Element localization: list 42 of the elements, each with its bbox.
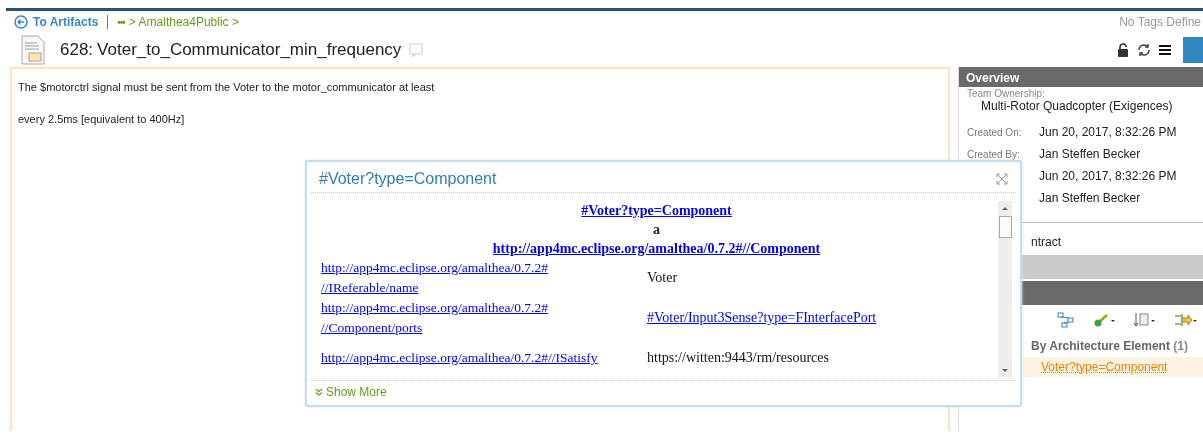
overview-header: Overview xyxy=(959,67,1203,87)
body-text: The $motorctrl signal must be sent from the Voter to the motor_communicator at least xyxy=(18,81,436,93)
value-text: Voter xyxy=(647,270,678,286)
value-text: https://witten:9443/rm/resources xyxy=(647,350,829,366)
hierarchy-icon[interactable] xyxy=(1057,312,1075,328)
lock-icon[interactable] xyxy=(1117,43,1129,57)
back-link[interactable]: To Artifacts xyxy=(14,15,99,29)
field-label: Team Ownership: xyxy=(967,88,1046,99)
close-icon[interactable] xyxy=(996,173,1008,185)
add-link-icon[interactable] xyxy=(1093,312,1115,328)
body-text: every 2.5ms [equivalent to 400Hz] xyxy=(18,113,186,125)
field-value: Jan Steffen Becker xyxy=(1039,147,1141,161)
artifact-title: Voter_to_Communicator_min_frequency xyxy=(97,40,402,60)
field-value: Jan Steffen Becker xyxy=(1039,191,1141,205)
filter-icon[interactable] xyxy=(1173,312,1197,328)
section-title: ntract xyxy=(1030,235,1062,249)
field-value: Jun 20, 2017, 8:32:26 PM xyxy=(1039,125,1177,139)
property-link[interactable]: http://app4mc.eclipse.org/amalthea/0.7.2# //Component/ports xyxy=(321,298,647,338)
field-label: Created By: xyxy=(967,148,1020,160)
breadcrumb-ellipsis[interactable]: ••• xyxy=(117,16,125,28)
artifact-id: 628: xyxy=(60,40,94,60)
type-link[interactable]: http://app4mc.eclipse.org/amalthea/0.7.2#//Component xyxy=(492,241,821,256)
popup-title: #Voter?type=Component xyxy=(319,170,497,188)
sort-icon[interactable] xyxy=(1133,312,1155,328)
document-icon xyxy=(20,35,46,65)
subject-link[interactable]: #Voter?type=Component xyxy=(581,203,732,218)
refresh-icon[interactable] xyxy=(1137,43,1151,57)
breadcrumb-path[interactable]: > Amalthea4Public > xyxy=(128,15,239,29)
show-more-link[interactable]: Show More xyxy=(315,385,387,399)
menu-icon[interactable] xyxy=(1159,44,1171,56)
value-link[interactable]: #Voter/Input3Sense?type=FInterfacePort xyxy=(647,310,877,326)
group-count: (1) xyxy=(1173,339,1188,353)
scrollbar[interactable] xyxy=(998,201,1012,378)
group-heading[interactable]: By Architecture Element xyxy=(1031,339,1170,353)
predicate-text: a xyxy=(653,222,660,237)
chevron-icon xyxy=(315,388,323,396)
field-value: Multi-Rotor Quadcopter (Exigences) xyxy=(981,99,1174,113)
field-label: Created On: xyxy=(967,126,1022,138)
back-arrow-icon xyxy=(14,15,28,29)
property-link[interactable]: http://app4mc.eclipse.org/amalthea/0.7.2#//ISatisfy xyxy=(321,348,647,368)
tags-label: No Tags Define xyxy=(1119,15,1201,29)
field-value: Jun 20, 2017, 8:32:26 PM xyxy=(1039,169,1177,183)
